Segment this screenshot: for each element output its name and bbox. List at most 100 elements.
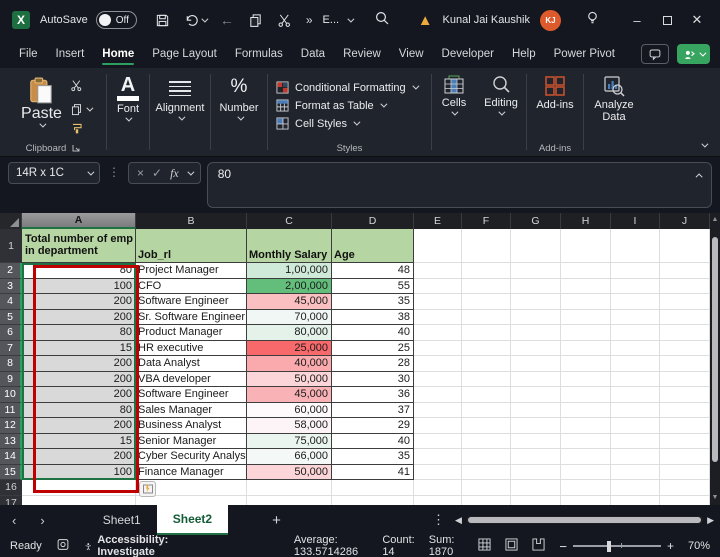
cell-g4[interactable] xyxy=(511,294,561,310)
cell-g9[interactable] xyxy=(511,372,561,388)
cell-j5[interactable] xyxy=(660,310,710,326)
new-sheet-button[interactable]: + xyxy=(256,512,297,529)
cell-b7[interactable]: HR executive xyxy=(136,341,247,357)
cell-e9[interactable] xyxy=(414,372,462,388)
cell-b1[interactable]: Job_rl xyxy=(136,229,247,263)
cell-f2[interactable] xyxy=(462,263,511,279)
cell-e4[interactable] xyxy=(414,294,462,310)
column-header-j[interactable]: J xyxy=(660,213,710,229)
cell-h6[interactable] xyxy=(561,325,611,341)
cell-c12[interactable]: 58,000 xyxy=(247,418,332,434)
menu-tab-home[interactable]: Home xyxy=(93,43,143,65)
cell-f3[interactable] xyxy=(462,279,511,295)
row-header-1[interactable]: 1 xyxy=(0,229,22,263)
cell-j15[interactable] xyxy=(660,465,710,481)
cell-g14[interactable] xyxy=(511,449,561,465)
cells-group[interactable]: Cells xyxy=(432,68,476,156)
cell-g1[interactable] xyxy=(511,229,561,263)
cell-d17[interactable] xyxy=(332,496,414,506)
cell-f11[interactable] xyxy=(462,403,511,419)
zoom-slider[interactable]: − + xyxy=(559,539,674,554)
column-header-g[interactable]: G xyxy=(511,213,561,229)
sheet-tab-sheet2[interactable]: Sheet2 xyxy=(157,505,228,535)
menu-tab-file[interactable]: File xyxy=(10,43,47,65)
cell-i10[interactable] xyxy=(611,387,660,403)
cut-ribbon-icon[interactable] xyxy=(70,79,91,97)
cell-d14[interactable]: 35 xyxy=(332,449,414,465)
cell-b13[interactable]: Senior Manager xyxy=(136,434,247,450)
row-header-9[interactable]: 9 xyxy=(0,372,22,388)
cell-d12[interactable]: 29 xyxy=(332,418,414,434)
cell-j4[interactable] xyxy=(660,294,710,310)
cell-b2[interactable]: Project Manager xyxy=(136,263,247,279)
cell-f13[interactable] xyxy=(462,434,511,450)
cell-c10[interactable]: 45,000 xyxy=(247,387,332,403)
cell-e11[interactable] xyxy=(414,403,462,419)
cell-b11[interactable]: Sales Manager xyxy=(136,403,247,419)
cell-a14[interactable]: 200 xyxy=(22,449,136,465)
cell-g5[interactable] xyxy=(511,310,561,326)
cell-e10[interactable] xyxy=(414,387,462,403)
cell-f1[interactable] xyxy=(462,229,511,263)
cell-j3[interactable] xyxy=(660,279,710,295)
cell-b3[interactable]: CFO xyxy=(136,279,247,295)
cell-c17[interactable] xyxy=(247,496,332,506)
cell-j14[interactable] xyxy=(660,449,710,465)
cell-f7[interactable] xyxy=(462,341,511,357)
row-header-17[interactable]: 17 xyxy=(0,496,22,506)
cell-h15[interactable] xyxy=(561,465,611,481)
save-icon[interactable] xyxy=(155,13,170,28)
name-box[interactable]: 14R x 1C xyxy=(8,162,100,184)
cell-e6[interactable] xyxy=(414,325,462,341)
normal-view-icon[interactable] xyxy=(478,538,491,554)
cell-b15[interactable]: Finance Manager xyxy=(136,465,247,481)
sheet-tab-sheet1[interactable]: Sheet1 xyxy=(87,507,157,533)
cell-j8[interactable] xyxy=(660,356,710,372)
column-header-d[interactable]: D xyxy=(332,213,414,229)
cell-j2[interactable] xyxy=(660,263,710,279)
cell-e17[interactable] xyxy=(414,496,462,506)
column-header-e[interactable]: E xyxy=(414,213,462,229)
zoom-slider-handle[interactable] xyxy=(607,541,611,552)
scroll-down-icon[interactable]: ▼ xyxy=(712,493,719,503)
cell-a15[interactable]: 100 xyxy=(22,465,136,481)
row-header-4[interactable]: 4 xyxy=(0,294,22,310)
formula-input[interactable]: 80 xyxy=(207,162,712,208)
cell-c15[interactable]: 50,000 xyxy=(247,465,332,481)
cell-i15[interactable] xyxy=(611,465,660,481)
column-header-h[interactable]: H xyxy=(561,213,611,229)
cell-e5[interactable] xyxy=(414,310,462,326)
fx-dropdown-icon[interactable] xyxy=(187,168,194,175)
cell-a12[interactable]: 200 xyxy=(22,418,136,434)
cell-a17[interactable] xyxy=(22,496,136,506)
warning-icon[interactable]: ▲ xyxy=(418,13,433,28)
cell-i16[interactable] xyxy=(611,480,660,496)
cell-h16[interactable] xyxy=(561,480,611,496)
cell-c9[interactable]: 50,000 xyxy=(247,372,332,388)
cell-i11[interactable] xyxy=(611,403,660,419)
cell-f4[interactable] xyxy=(462,294,511,310)
row-header-11[interactable]: 11 xyxy=(0,403,22,419)
cell-d8[interactable]: 28 xyxy=(332,356,414,372)
cell-g7[interactable] xyxy=(511,341,561,357)
comments-button[interactable] xyxy=(641,44,669,64)
status-average[interactable]: Average: 133.5714286 xyxy=(294,534,368,557)
cell-j17[interactable] xyxy=(660,496,710,506)
minimize-button[interactable]: – xyxy=(622,13,652,28)
editing-group[interactable]: Editing xyxy=(476,68,526,156)
cell-a10[interactable]: 200 xyxy=(22,387,136,403)
row-header-7[interactable]: 7 xyxy=(0,341,22,357)
collapse-ribbon-icon[interactable] xyxy=(701,141,708,148)
cancel-entry-icon[interactable]: × xyxy=(137,166,144,180)
column-header-f[interactable]: F xyxy=(462,213,511,229)
row-header-6[interactable]: 6 xyxy=(0,325,22,341)
cell-f6[interactable] xyxy=(462,325,511,341)
cell-styles-button[interactable]: Cell Styles xyxy=(276,117,417,130)
cell-f16[interactable] xyxy=(462,480,511,496)
cell-h1[interactable] xyxy=(561,229,611,263)
collapse-formula-bar-icon[interactable] xyxy=(698,167,703,181)
cell-d6[interactable]: 40 xyxy=(332,325,414,341)
cell-j13[interactable] xyxy=(660,434,710,450)
cell-f10[interactable] xyxy=(462,387,511,403)
cell-a11[interactable]: 80 xyxy=(22,403,136,419)
